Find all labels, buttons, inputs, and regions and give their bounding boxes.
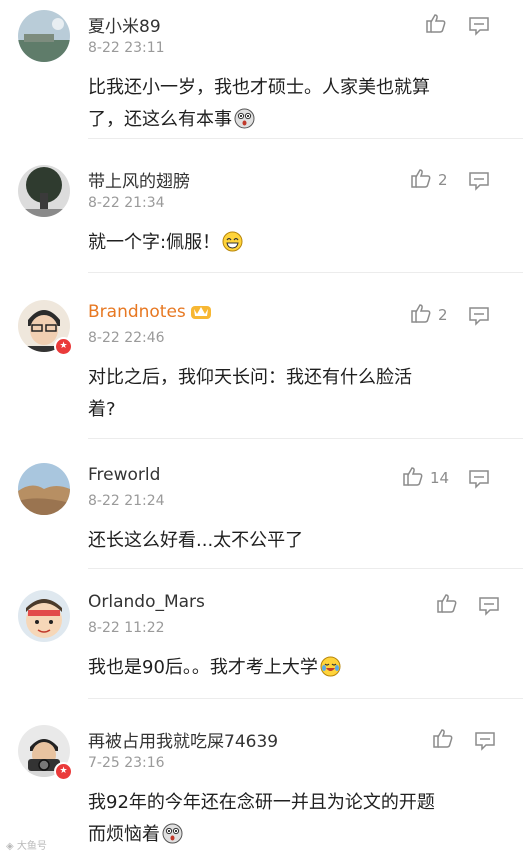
username[interactable]: Orlando_Mars [88, 592, 205, 612]
comment-item: ★ Brandnotes 8-22 22:46 对比之后，我仰天长问：我还有什么… [0, 300, 523, 420]
thumbs-up-icon [436, 592, 458, 618]
divider [88, 568, 523, 569]
comment-text: 我92年的今年还在念研一并且为论文的开题 而烦恼着 [88, 787, 488, 851]
reply-button[interactable] [468, 16, 490, 40]
crying-laughing-emoji-icon [320, 656, 341, 677]
username[interactable]: Freworld [88, 465, 160, 485]
comment-icon [468, 172, 490, 195]
like-button[interactable]: 14 [402, 467, 449, 489]
comment-icon [468, 307, 490, 330]
comment-text-line: 比我还小一岁，我也才硕士。人家美也就算 [88, 77, 430, 98]
comment-item: 带上风的翅膀 8-22 21:34 就一个字:佩服！ 2 [0, 165, 523, 265]
member-crown-icon [190, 302, 212, 325]
timestamp: 8-22 21:24 [88, 493, 165, 509]
like-button[interactable] [436, 594, 464, 616]
timestamp: 8-22 22:46 [88, 330, 165, 346]
comment-text-line: 而烦恼着 [88, 819, 488, 851]
timestamp: 7-25 23:16 [88, 755, 165, 771]
avatar[interactable] [18, 463, 70, 515]
comment-text-line: 了，还这么有本事 [88, 104, 488, 136]
comment-text-line: 就一个字:佩服！ [88, 227, 488, 259]
thumbs-up-icon [432, 727, 454, 753]
comment-text-line: 就一个字:佩服！ [88, 232, 221, 253]
watermark: ◈ 大鱼号 [6, 837, 47, 852]
timestamp: 8-22 21:34 [88, 195, 165, 211]
watermark-text: 大鱼号 [16, 841, 47, 852]
comment-icon [468, 17, 490, 40]
username[interactable]: Brandnotes [88, 302, 212, 325]
thumbs-up-icon [410, 302, 432, 328]
comment-text-line: 而烦恼着 [88, 824, 160, 845]
comment-text: 对比之后，我仰天长问：我还有什么脸活 着? [88, 362, 488, 426]
username-text: Brandnotes [88, 302, 186, 322]
comment-item: 夏小米89 8-22 23:11 比我还小一岁，我也才硕士。人家美也就算 了，还… [0, 10, 523, 130]
thumbs-up-icon [402, 465, 424, 491]
comment-item: Orlando_Mars 8-22 11:22 我也是90后。。我才考上大学 [0, 590, 523, 690]
avatar[interactable] [18, 10, 70, 62]
verified-badge-icon: ★ [54, 337, 73, 356]
thumbs-up-icon [410, 167, 432, 193]
comment-text: 还长这么好看...太不公平了 [88, 525, 488, 557]
comment-text-line: 我也是90后。。我才考上大学 [88, 652, 488, 684]
surprised-emoji-icon [162, 823, 183, 844]
comment-text-line: 我也是90后。。我才考上大学 [88, 657, 318, 678]
timestamp: 8-22 11:22 [88, 620, 165, 636]
like-button[interactable] [425, 14, 453, 36]
grinning-emoji-icon [222, 231, 243, 252]
avatar[interactable] [18, 165, 70, 217]
comment-text-line: 还长这么好看...太不公平了 [88, 530, 304, 551]
comment-text: 就一个字:佩服！ [88, 227, 488, 259]
timestamp: 8-22 23:11 [88, 40, 165, 56]
verified-badge-icon: ★ [54, 762, 73, 781]
comment-icon [468, 470, 490, 493]
comment-text: 比我还小一岁，我也才硕士。人家美也就算 了，还这么有本事 [88, 72, 488, 136]
avatar[interactable] [18, 590, 70, 642]
like-button[interactable]: 2 [410, 304, 448, 326]
like-count: 2 [438, 306, 448, 324]
divider [88, 438, 523, 439]
reply-button[interactable] [474, 731, 496, 755]
comment-text-line: 对比之后，我仰天长问：我还有什么脸活 [88, 367, 412, 388]
like-button[interactable]: 2 [410, 169, 448, 191]
watermark-logo-icon: ◈ [6, 841, 17, 852]
like-count: 14 [430, 469, 450, 487]
divider [88, 138, 523, 139]
divider [88, 698, 523, 699]
comment-text-line: 了，还这么有本事 [88, 109, 232, 130]
divider [88, 272, 523, 273]
comment-text-line: 着? [88, 399, 116, 420]
username[interactable]: 带上风的翅膀 [88, 167, 190, 192]
comment-icon [474, 732, 496, 755]
reply-button[interactable] [468, 306, 490, 330]
comment-item: ★ 再被占用我就吃屎74639 7-25 23:16 我92年的今年还在念研一并… [0, 725, 523, 850]
like-button[interactable] [432, 729, 460, 751]
comment-icon [478, 597, 500, 620]
like-count: 2 [438, 171, 448, 189]
comment-text: 我也是90后。。我才考上大学 [88, 652, 488, 684]
username[interactable]: 夏小米89 [88, 12, 161, 37]
surprised-emoji-icon [234, 108, 255, 129]
comment-text-line: 我92年的今年还在念研一并且为论文的开题 [88, 792, 435, 813]
username[interactable]: 再被占用我就吃屎74639 [88, 727, 278, 752]
reply-button[interactable] [478, 596, 500, 620]
reply-button[interactable] [468, 171, 490, 195]
comment-item: Freworld 8-22 21:24 还长这么好看...太不公平了 14 [0, 463, 523, 563]
reply-button[interactable] [468, 469, 490, 493]
thumbs-up-icon [425, 12, 447, 38]
